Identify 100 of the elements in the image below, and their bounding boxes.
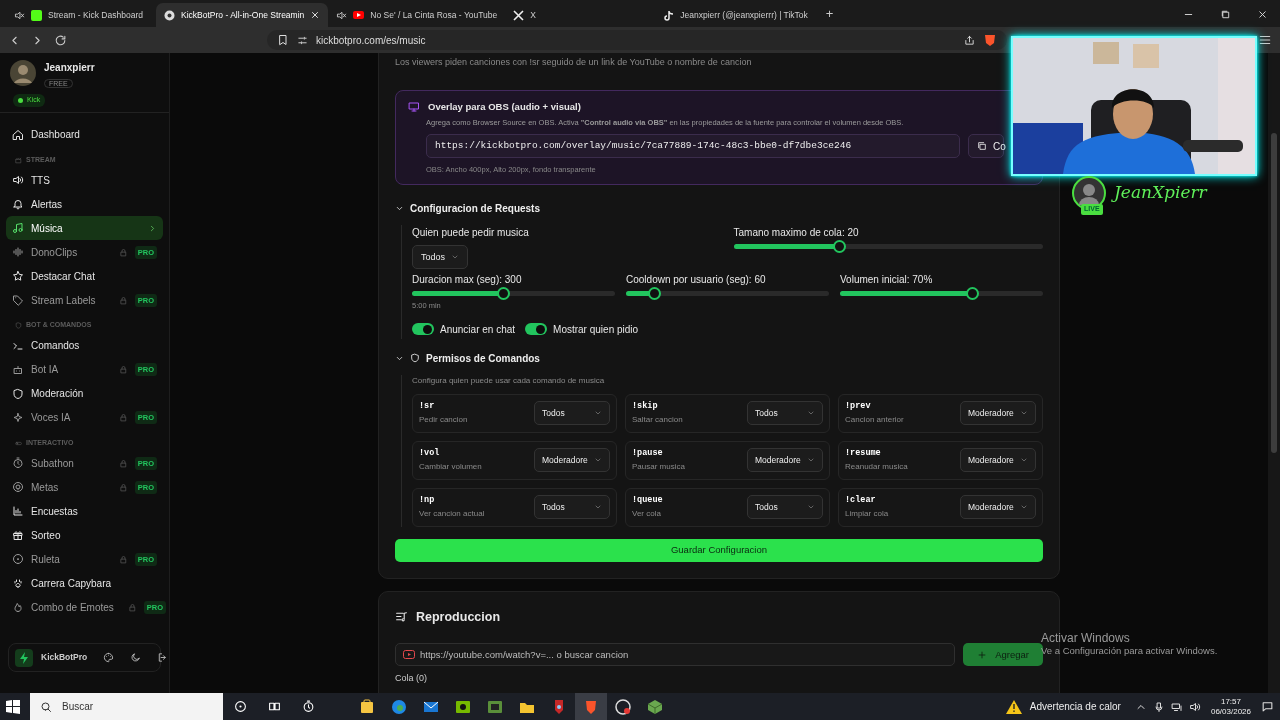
role-dropdown[interactable]: Todos bbox=[747, 495, 823, 519]
role-dropdown[interactable]: Moderadore bbox=[747, 448, 823, 472]
tag-icon bbox=[12, 294, 24, 307]
lightning-logo-icon bbox=[15, 648, 33, 667]
slider-label: Volumen inicial: 70% bbox=[840, 273, 934, 288]
browser-tab[interactable]: Jeanxpierr (@jeanxpierrr) | TikTok bbox=[655, 3, 816, 27]
site-logo-icon bbox=[164, 9, 175, 21]
bell-icon bbox=[12, 198, 24, 211]
slider-thumb[interactable] bbox=[965, 287, 979, 301]
logout-icon[interactable] bbox=[157, 652, 169, 663]
record-icon bbox=[615, 698, 631, 715]
role-dropdown[interactable]: Todos bbox=[534, 401, 610, 425]
clock-time[interactable]: 17:57 bbox=[1210, 696, 1251, 707]
sidebar-item[interactable]: Carrera Capybara bbox=[6, 571, 163, 596]
scrollbar[interactable] bbox=[1268, 53, 1280, 693]
notification-icon[interactable] bbox=[1261, 700, 1274, 713]
command-name: !queue bbox=[632, 493, 663, 507]
target-icon bbox=[12, 481, 24, 494]
browser-tab[interactable]: Stream - Kick Dashboard bbox=[6, 3, 156, 27]
role-dropdown[interactable]: Todos bbox=[747, 401, 823, 425]
watermark-title: Activar Windows bbox=[1041, 631, 1131, 646]
microphone-icon[interactable] bbox=[1152, 700, 1165, 713]
sidebar-item[interactable]: Música bbox=[6, 216, 163, 241]
sparkle-icon bbox=[12, 411, 24, 424]
sidebar-item[interactable]: Dashboard bbox=[6, 122, 163, 147]
slider-label: Duracion max (seg): 300 bbox=[412, 273, 523, 288]
bar-chart-icon bbox=[12, 505, 24, 518]
close-icon[interactable] bbox=[1257, 9, 1268, 20]
music-note-logo-icon bbox=[663, 9, 675, 21]
reload-icon[interactable] bbox=[54, 33, 67, 47]
slider-thumb[interactable] bbox=[648, 287, 662, 301]
video-logo-icon bbox=[353, 9, 365, 21]
cube-icon bbox=[647, 698, 663, 715]
clock-date[interactable]: 06/03/2026 bbox=[1210, 706, 1251, 717]
command-name: !pause bbox=[632, 446, 664, 460]
role-dropdown[interactable]: Todos bbox=[534, 495, 610, 519]
slider-thumb[interactable] bbox=[832, 240, 846, 254]
sidebar-item[interactable]: Sorteo bbox=[6, 523, 163, 548]
site-logo-icon bbox=[31, 9, 42, 21]
taskbar-notice[interactable]: Advertencia de calor bbox=[1005, 698, 1121, 715]
music-note-icon bbox=[12, 222, 24, 235]
search-icon bbox=[40, 700, 52, 713]
clapper-icon bbox=[15, 156, 22, 164]
lion-shield-icon[interactable] bbox=[983, 33, 997, 47]
section-toggle[interactable]: Configuracion de Requests bbox=[395, 201, 1043, 217]
speaker-icon[interactable] bbox=[1188, 700, 1201, 713]
role-dropdown[interactable]: Moderadore bbox=[960, 401, 1036, 425]
command-description: Pausar musica bbox=[632, 461, 685, 474]
url-text[interactable]: kickbotpro.com/es/music bbox=[316, 32, 426, 48]
sidebar-item[interactable]: Alertas bbox=[6, 192, 163, 217]
sidebar-item[interactable]: TTS bbox=[6, 168, 163, 193]
restore-icon[interactable] bbox=[1220, 9, 1231, 20]
copy-button[interactable]: Co bbox=[968, 134, 1004, 158]
sidebar-item[interactable]: Moderación bbox=[6, 381, 163, 406]
task-view-icon[interactable] bbox=[267, 700, 281, 713]
windows-logo-icon[interactable] bbox=[6, 699, 20, 714]
role-dropdown[interactable]: Todos bbox=[412, 245, 469, 270]
robot-icon bbox=[12, 363, 24, 376]
palette-icon[interactable] bbox=[103, 652, 115, 663]
slider-thumb[interactable] bbox=[497, 287, 511, 301]
lion-shield-icon bbox=[583, 698, 599, 715]
avatar bbox=[1072, 176, 1106, 210]
role-dropdown[interactable]: Moderadore bbox=[960, 448, 1036, 472]
toggle-switch[interactable] bbox=[412, 323, 434, 335]
avatar bbox=[10, 60, 36, 86]
moon-icon[interactable] bbox=[130, 652, 142, 663]
toggle-label: Anunciar en chat bbox=[440, 322, 516, 337]
command-description: Cambiar volumen bbox=[419, 461, 482, 474]
overlay-url-field[interactable]: https://kickbotpro.com/overlay/music/7ca77889-174c-48c3-bbe0-df7dbe3ce246 bbox=[426, 134, 960, 158]
toggle-switch[interactable] bbox=[525, 323, 548, 335]
browser-tab[interactable]: No Se' / La Cinta Rosa - YouTube bbox=[328, 3, 506, 27]
bookmark-icon[interactable] bbox=[277, 34, 289, 46]
role-dropdown[interactable]: Moderadore bbox=[960, 495, 1036, 519]
shield-icon bbox=[12, 387, 24, 400]
stopwatch-icon bbox=[12, 457, 24, 470]
network-icon[interactable] bbox=[1170, 700, 1183, 713]
sidebar-item[interactable]: Destacar Chat bbox=[6, 264, 163, 289]
menu-icon[interactable] bbox=[1258, 33, 1272, 47]
share-icon[interactable] bbox=[964, 34, 975, 46]
taskbar-search[interactable]: Buscar bbox=[30, 693, 223, 720]
star-icon bbox=[12, 270, 24, 283]
new-tab-button[interactable]: + bbox=[815, 3, 844, 27]
command-description: Ver cancion actual bbox=[419, 508, 485, 521]
save-button[interactable]: Guardar Configuracion bbox=[395, 538, 1043, 562]
copy-icon bbox=[977, 141, 987, 151]
home-icon bbox=[12, 128, 24, 141]
role-dropdown[interactable]: Moderadore bbox=[534, 448, 610, 472]
browser-tab[interactable]: X bbox=[505, 3, 656, 27]
section-toggle[interactable]: Permisos de Comandos bbox=[395, 350, 1043, 366]
sidebar-item[interactable]: Comandos bbox=[6, 333, 163, 358]
command-name: !prev bbox=[845, 399, 872, 413]
command-description: Ver cola bbox=[632, 508, 662, 521]
browser-tab[interactable]: KickBotPro - All-in-One Streamin bbox=[156, 3, 329, 27]
shield-icon bbox=[15, 322, 22, 329]
command-name: !skip bbox=[632, 399, 659, 413]
description-text: Los viewers piden canciones con !sr seguido de un link de YouTube o nombre de cancion bbox=[395, 56, 753, 69]
search-field[interactable]: https://youtube.com/watch?v=... o buscar cancion bbox=[395, 643, 956, 667]
sidebar-item[interactable]: Encuestas bbox=[6, 499, 163, 524]
field-label: Quien puede pedir musica bbox=[412, 226, 530, 241]
caret-icon bbox=[807, 409, 815, 417]
